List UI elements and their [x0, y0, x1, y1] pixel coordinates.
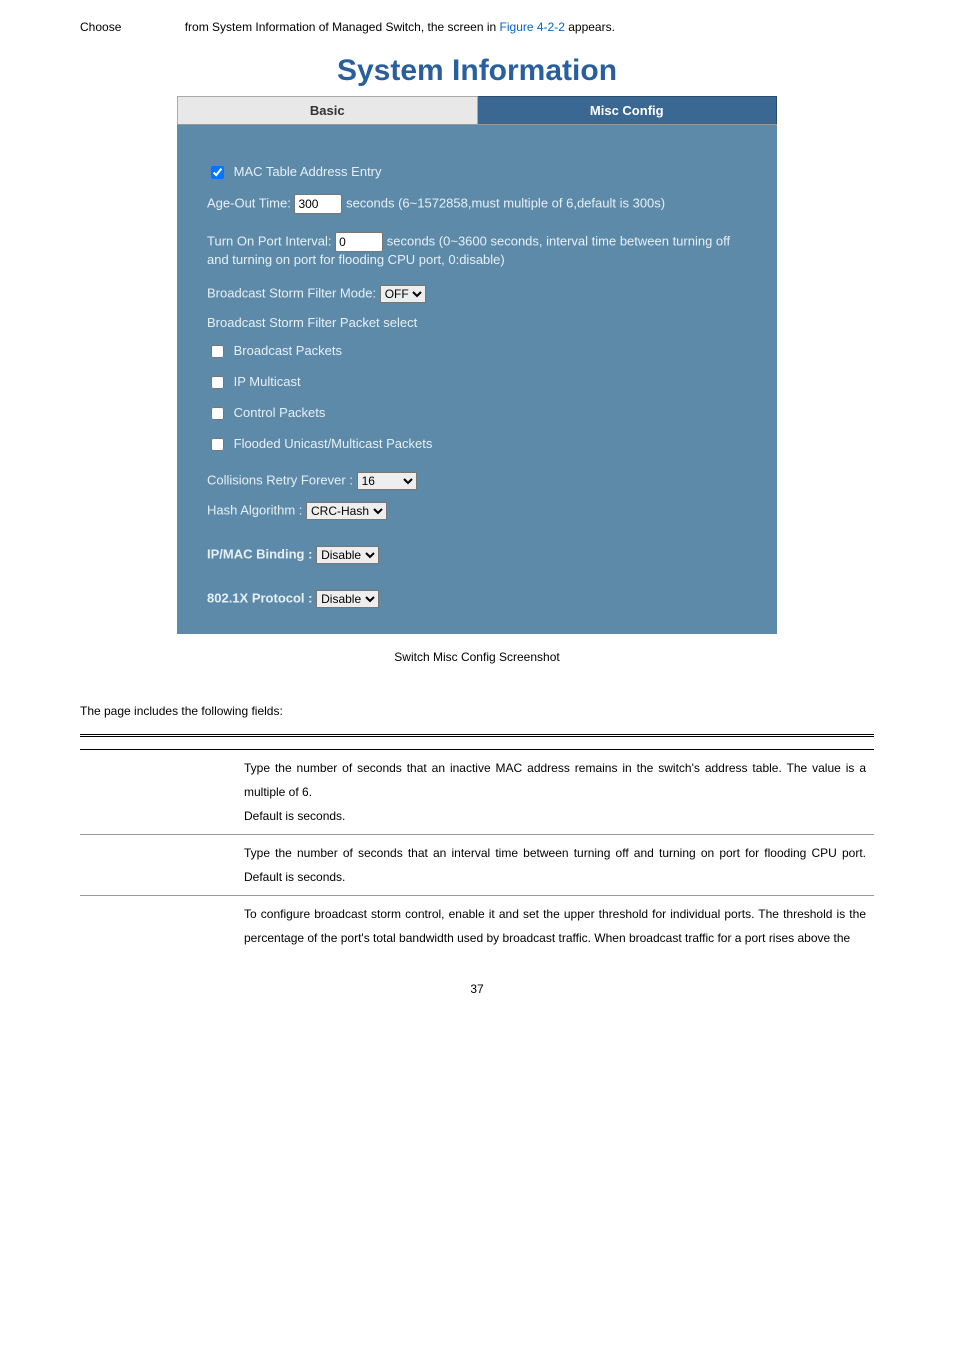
age-out-suffix: seconds (6~1572858,must multiple of 6,de…	[346, 195, 665, 210]
system-info-panel: System Information Basic Misc Config MAC…	[177, 44, 777, 634]
mac-entry-row: MAC Table Address Entry	[207, 163, 747, 182]
broadcast-packets-checkbox[interactable]	[211, 345, 224, 358]
figure-caption: Switch Misc Config Screenshot	[80, 650, 874, 664]
top-desc: from System Information of Managed Switc…	[185, 20, 615, 34]
turn-on-row: Turn On Port Interval: seconds (0~3600 s…	[207, 232, 747, 267]
dot1x-label: 802.1X Protocol :	[207, 590, 312, 605]
top-desc-before: from System Information of Managed Switc…	[185, 20, 500, 34]
panel-title: System Information	[177, 44, 777, 96]
fields-intro: The page includes the following fields:	[80, 704, 874, 718]
hash-select[interactable]: CRC-Hash	[306, 502, 387, 520]
mac-entry-checkbox[interactable]	[211, 166, 224, 179]
storm-packet-select-label: Broadcast Storm Filter Packet select	[207, 315, 747, 330]
obj-cell	[80, 750, 236, 835]
turn-on-input[interactable]	[335, 232, 383, 252]
mac-entry-label: MAC Table Address Entry	[234, 164, 382, 179]
tab-basic[interactable]: Basic	[177, 96, 478, 124]
choose-label: Choose	[80, 20, 121, 34]
control-packets-label: Control Packets	[234, 405, 326, 420]
flooded-packets-row: Flooded Unicast/Multicast Packets	[207, 435, 747, 454]
fields-table: Type the number of seconds that an inact…	[80, 734, 874, 956]
flooded-packets-label: Flooded Unicast/Multicast Packets	[234, 436, 433, 451]
control-packets-row: Control Packets	[207, 404, 747, 423]
age-out-label: Age-Out Time:	[207, 195, 291, 210]
collisions-select[interactable]: 16	[357, 472, 417, 490]
dot1x-row: 802.1X Protocol : Disable	[207, 590, 747, 608]
tab-misc[interactable]: Misc Config	[478, 96, 778, 124]
ip-multicast-label: IP Multicast	[234, 374, 301, 389]
control-packets-checkbox[interactable]	[211, 407, 224, 420]
hash-label: Hash Algorithm :	[207, 502, 302, 517]
turn-on-label: Turn On Port Interval:	[207, 233, 332, 248]
table-row: Type the number of seconds that an inter…	[80, 835, 874, 896]
storm-mode-row: Broadcast Storm Filter Mode: OFF	[207, 285, 747, 303]
ipmac-label: IP/MAC Binding :	[207, 546, 312, 561]
figure-link[interactable]: Figure 4-2-2	[500, 20, 565, 34]
collisions-label: Collisions Retry Forever :	[207, 472, 353, 487]
dot1x-select[interactable]: Disable	[316, 590, 379, 608]
ipmac-select[interactable]: Disable	[316, 546, 379, 564]
ip-multicast-checkbox[interactable]	[211, 376, 224, 389]
ip-multicast-row: IP Multicast	[207, 373, 747, 392]
obj-cell	[80, 896, 236, 957]
age-out-row: Age-Out Time: seconds (6~1572858,must mu…	[207, 194, 747, 214]
collisions-row: Collisions Retry Forever : 16	[207, 472, 747, 490]
age-out-input[interactable]	[294, 194, 342, 214]
page-number: 37	[80, 982, 874, 996]
hash-row: Hash Algorithm : CRC-Hash	[207, 502, 747, 520]
broadcast-packets-label: Broadcast Packets	[234, 343, 342, 358]
desc-cell: To configure broadcast storm control, en…	[236, 896, 874, 957]
storm-mode-label: Broadcast Storm Filter Mode:	[207, 285, 376, 300]
top-desc-after: appears.	[565, 20, 615, 34]
ipmac-row: IP/MAC Binding : Disable	[207, 546, 747, 564]
obj-cell	[80, 835, 236, 896]
storm-mode-select[interactable]: OFF	[380, 285, 426, 303]
table-row: To configure broadcast storm control, en…	[80, 896, 874, 957]
table-row: Type the number of seconds that an inact…	[80, 750, 874, 835]
desc-cell: Type the number of seconds that an inact…	[236, 750, 874, 835]
tabs: Basic Misc Config	[177, 96, 777, 125]
desc-cell: Type the number of seconds that an inter…	[236, 835, 874, 896]
flooded-packets-checkbox[interactable]	[211, 438, 224, 451]
broadcast-packets-row: Broadcast Packets	[207, 342, 747, 361]
